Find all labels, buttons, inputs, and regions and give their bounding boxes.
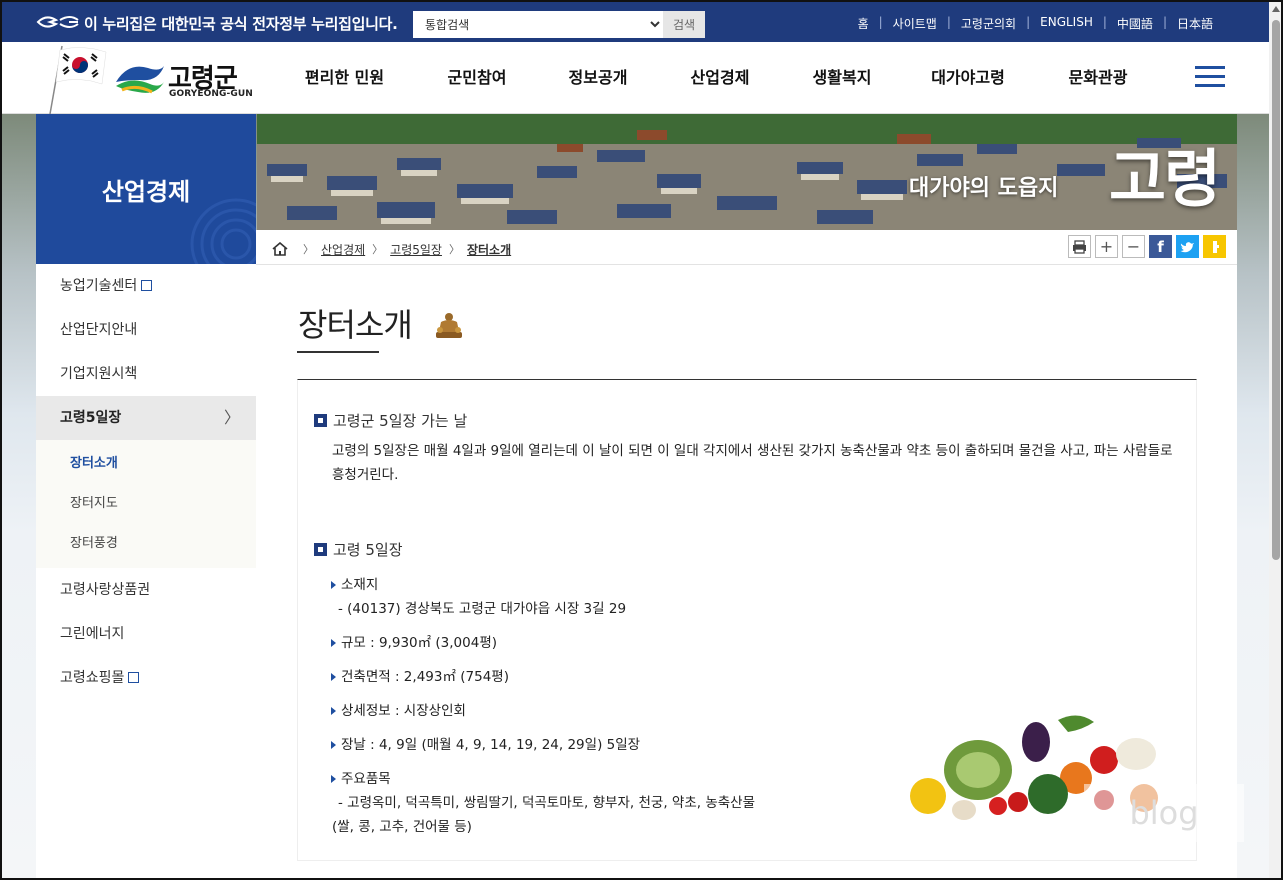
gov-bar: 이 누리집은 대한민국 공식 전자정부 누리집입니다. 통합검색 검색 홈 | 사… [2,2,1269,42]
main-content: 〉 산업경제 〉 고령5일장 〉 장터소개 + − f 장터소개 고령군 5일장… [256,230,1244,878]
triangle-bullet-icon [331,673,336,681]
main-nav: 편리한 민원 군민참여 정보공개 산업경제 생활복지 대가야고령 문화관광 [272,42,1163,114]
sidebar-subitem-market-map[interactable]: 장터지도 [36,484,256,524]
facebook-icon[interactable]: f [1149,235,1172,258]
info-building-area: 건축면적 : 2,493㎡ (754평) [331,665,509,685]
sidebar-item-industrial-complex[interactable]: 산업단지안내 [36,308,256,352]
square-bullet-icon [314,543,327,556]
page-tools: + − f [1068,235,1226,258]
chevron-right-icon: 〉 [223,408,240,427]
breadcrumb-industry[interactable]: 산업경제 [321,241,365,258]
info-detail: 상세정보 : 시장상인회 [331,699,466,719]
search-scope-select[interactable]: 통합검색 [413,11,663,38]
market-figure-icon [436,313,462,338]
nav-culture[interactable]: 문화관광 [1033,42,1163,114]
nav-civil[interactable]: 편리한 민원 [272,42,417,114]
sidebar-subitem-market-intro[interactable]: 장터소개 [36,444,256,484]
breadcrumb-divider [256,264,1237,265]
content-box: 고령군 5일장 가는 날 고령의 5일장은 매월 4일과 9일에 열리는데 이 … [297,379,1244,861]
scrollbar-thumb[interactable] [1272,20,1280,560]
banner-slogan: 대가야의 도읍지 [909,176,1059,201]
section-heading-market-day: 고령군 5일장 가는 날 [314,410,467,431]
zoom-out-icon[interactable]: − [1122,235,1145,258]
nav-industry[interactable]: 산업경제 [659,42,781,114]
village-roofs-illustration [257,114,1237,230]
korea-flag-icon [49,45,107,115]
zoom-in-icon[interactable]: + [1095,235,1118,258]
hamburger-menu-icon[interactable] [1195,66,1225,90]
watermark: blog [1084,784,1244,842]
browser-frame: 이 누리집은 대한민국 공식 전자정부 누리집입니다. 통합검색 검색 홈 | 사… [0,0,1283,880]
sidebar-item-agri-center[interactable]: 농업기술센터 [36,264,256,308]
triangle-bullet-icon [331,707,336,715]
external-link-icon [128,672,140,683]
breadcrumb: 〉 산업경제 〉 고령5일장 〉 장터소개 [272,236,511,262]
nav-daegaya[interactable]: 대가야고령 [903,42,1033,114]
market-day-description: 고령의 5일장은 매월 4일과 9일에 열리는데 이 날이 되면 이 일대 각지… [332,443,1173,483]
nav-welfare[interactable]: 생활복지 [781,42,903,114]
section-heading-market-info: 고령 5일장 [314,539,403,560]
page-title: 장터소개 [298,306,413,344]
sidebar-title: 산업경제 [36,114,256,264]
sidebar-title-text: 산업경제 [101,177,191,206]
gov-search: 통합검색 검색 [413,11,705,38]
breadcrumb-separator: 〉 [448,243,460,256]
goryeong-logo-icon [116,66,164,94]
triangle-bullet-icon [331,581,336,589]
search-button[interactable]: 검색 [663,11,705,38]
banner-image: 대가야의 도읍지 고령 [257,114,1237,230]
info-location-label: 소재지 [331,573,378,593]
page-scrollbar[interactable] [1269,2,1281,878]
info-location-value: - (40137) 경상북도 고령군 대가야읍 시장 3길 29 [338,601,627,617]
banner-big-text: 고령 [1109,142,1221,215]
sidebar-item-business-support[interactable]: 기업지원시책 [36,352,256,396]
sidebar-item-green-energy[interactable]: 그린에너지 [36,612,256,656]
sidebar-nav: 농업기술센터 산업단지안내 기업지원시책 고령5일장 〉 장터소개 장터지도 장터… [36,264,256,878]
external-link-icon [141,280,153,291]
home-icon[interactable] [272,242,288,256]
info-market-days: 장날 : 4, 9일 (매월 4, 9, 14, 19, 24, 29일) 5일… [331,733,640,753]
breadcrumb-market[interactable]: 고령5일장 [390,241,442,258]
sidebar-subitem-market-scenery[interactable]: 장터풍경 [36,524,256,564]
sidebar-submenu: 장터소개 장터지도 장터풍경 [36,440,256,568]
triangle-bullet-icon [331,741,336,749]
link-council[interactable]: 고령군의회 [961,15,1016,32]
logo-eng: GORYEONG-GUN [169,89,253,99]
sidebar-item-gift-certificate[interactable]: 고령사랑상품권 [36,568,256,612]
link-english[interactable]: ENGLISH [1040,15,1093,32]
square-bullet-icon [314,414,327,427]
egov-logo-icon [36,16,79,28]
triangle-bullet-icon [331,775,336,783]
info-items-label: 주요품목 [331,767,391,787]
breadcrumb-separator: 〉 [372,243,384,256]
site-logo[interactable]: 고령군 GORYEONG-GUN [114,56,254,100]
print-icon[interactable] [1068,235,1091,258]
link-chinese[interactable]: 中國語 [1117,15,1153,32]
scroll-up-icon[interactable] [1272,6,1280,12]
gov-notice-text: 이 누리집은 대한민국 공식 전자정부 누리집입니다. [84,15,398,33]
top-links: 홈 | 사이트맵 | 고령군의회 | ENGLISH | 中國語 | 日本語 [857,15,1213,32]
twitter-icon[interactable] [1176,235,1199,258]
link-japanese[interactable]: 日本語 [1177,15,1213,32]
sidebar-item-shopping-mall[interactable]: 고령쇼핑몰 [36,656,256,700]
title-underline [297,351,379,353]
kakaostory-icon[interactable] [1203,235,1226,258]
info-size: 규모 : 9,930㎡ (3,004평) [331,631,497,651]
breadcrumb-current[interactable]: 장터소개 [467,241,511,258]
info-items-value-2: (쌀, 콩, 고추, 건어물 등) [332,819,472,835]
breadcrumb-separator: 〉 [303,243,314,256]
sidebar-item-5day-market[interactable]: 고령5일장 〉 [36,396,256,440]
link-home[interactable]: 홈 [858,15,869,32]
nav-participation[interactable]: 군민참여 [417,42,537,114]
info-items-value: - 고령옥미, 덕곡특미, 쌍림딸기, 덕곡토마토, 향부자, 천궁, 약초, … [338,795,755,811]
triangle-bullet-icon [331,639,336,647]
link-sitemap[interactable]: 사이트맵 [893,15,937,32]
site-header: 고령군 GORYEONG-GUN 편리한 민원 군민참여 정보공개 산업경제 생… [2,42,1269,115]
nav-info[interactable]: 정보공개 [537,42,659,114]
